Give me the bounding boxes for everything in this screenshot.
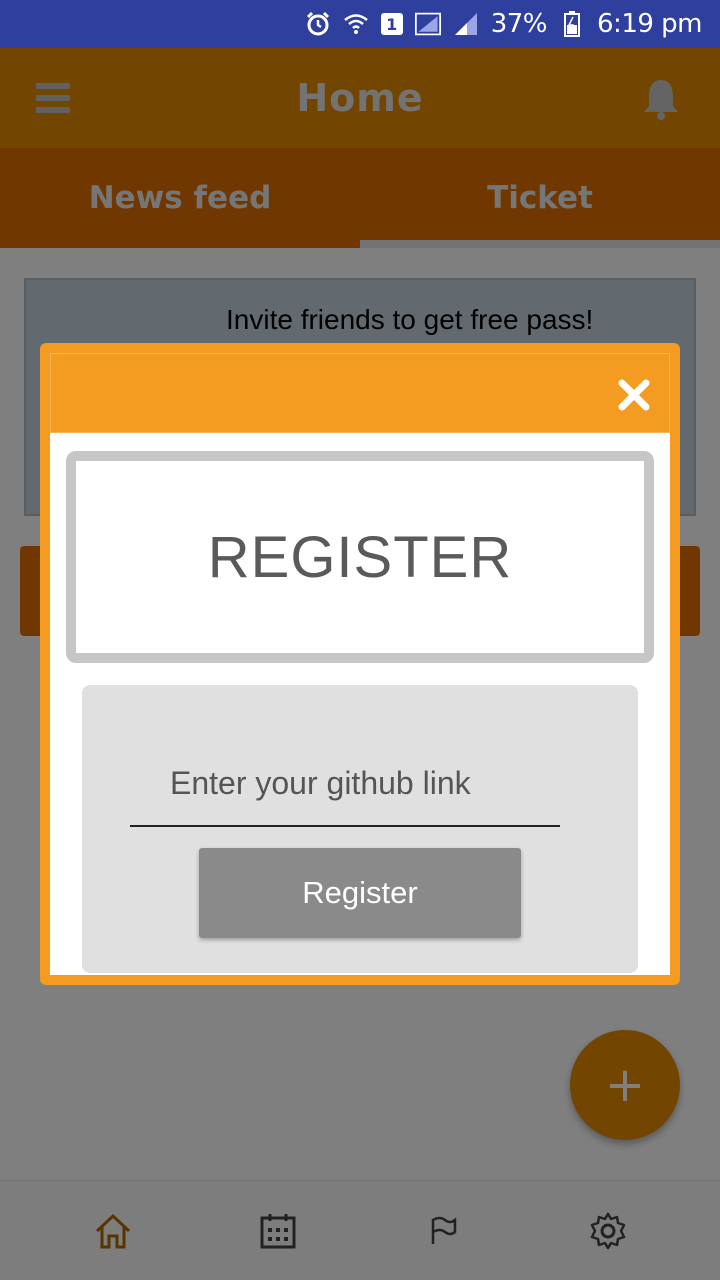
clock: 6:19 pm — [597, 9, 702, 39]
signal-icon — [453, 11, 479, 37]
alarm-icon — [305, 11, 331, 37]
register-dialog: REGISTER Register — [40, 343, 680, 985]
wifi-icon — [343, 11, 369, 37]
sim-icon: 1 — [380, 13, 403, 35]
github-link-input[interactable] — [130, 741, 560, 827]
dialog-header — [50, 353, 670, 433]
close-icon[interactable] — [617, 378, 651, 412]
register-heading-box: REGISTER — [66, 451, 654, 663]
signal-icon — [414, 11, 441, 37]
status-bar: 1 37% 6:19 pm — [0, 0, 720, 48]
register-form: Register — [82, 685, 638, 973]
register-button[interactable]: Register — [199, 848, 521, 938]
battery-icon — [559, 11, 585, 37]
battery-percent: 37% — [490, 9, 548, 39]
dialog-title: REGISTER — [207, 524, 513, 590]
dialog-body: REGISTER Register — [50, 433, 670, 975]
